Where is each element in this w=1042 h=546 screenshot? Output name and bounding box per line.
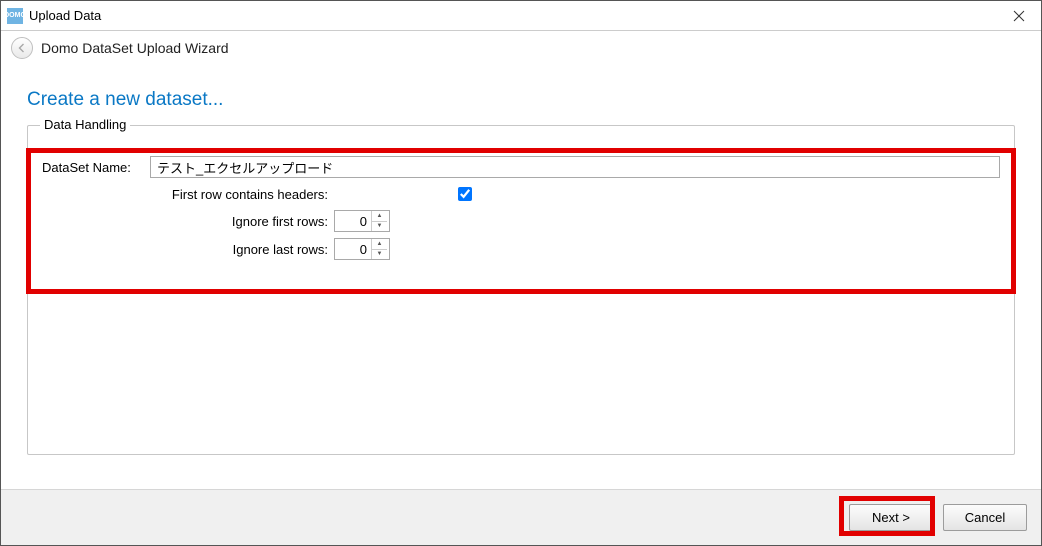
window-title: Upload Data (29, 8, 101, 23)
ignore-first-input[interactable] (335, 211, 371, 231)
close-icon (1013, 10, 1025, 22)
dataset-name-label: DataSet Name: (42, 160, 150, 175)
row-ignore-first: Ignore first rows: ▲ ▼ (42, 210, 1000, 232)
ignore-first-spinner[interactable]: ▲ ▼ (334, 210, 390, 232)
row-first-row-headers: First row contains headers: (42, 184, 1000, 204)
page-heading: Create a new dataset... (27, 89, 1015, 111)
wizard-header: Domo DataSet Upload Wizard (1, 31, 1041, 65)
first-row-headers-label: First row contains headers: (42, 187, 334, 202)
ignore-first-up[interactable]: ▲ (372, 211, 387, 222)
arrow-left-icon (17, 43, 27, 53)
row-dataset-name: DataSet Name: (42, 156, 1000, 178)
next-button[interactable]: Next > (849, 504, 933, 531)
titlebar: DOMO Upload Data (1, 1, 1041, 31)
ignore-last-down[interactable]: ▼ (372, 250, 387, 260)
ignore-last-input[interactable] (335, 239, 371, 259)
close-button[interactable] (997, 1, 1041, 31)
window-root: DOMO Upload Data Domo DataSet Upload Wiz… (0, 0, 1042, 546)
group-legend: Data Handling (40, 117, 130, 132)
row-ignore-last: Ignore last rows: ▲ ▼ (42, 238, 1000, 260)
cancel-button[interactable]: Cancel (943, 504, 1027, 531)
wizard-title: Domo DataSet Upload Wizard (41, 40, 229, 56)
data-handling-group: Data Handling DataSet Name: First row co… (27, 125, 1015, 455)
first-row-headers-checkbox[interactable] (458, 187, 472, 201)
ignore-last-label: Ignore last rows: (42, 242, 334, 257)
back-button[interactable] (11, 37, 33, 59)
ignore-last-up[interactable]: ▲ (372, 239, 387, 250)
ignore-first-down[interactable]: ▼ (372, 222, 387, 232)
ignore-first-spin-buttons: ▲ ▼ (371, 211, 387, 231)
ignore-last-spin-buttons: ▲ ▼ (371, 239, 387, 259)
body-area: Create a new dataset... Data Handling Da… (1, 65, 1041, 489)
dataset-name-input[interactable] (150, 156, 1000, 178)
ignore-first-label: Ignore first rows: (42, 214, 334, 229)
app-icon: DOMO (7, 8, 23, 24)
ignore-last-spinner[interactable]: ▲ ▼ (334, 238, 390, 260)
footer: Next > Cancel (1, 489, 1041, 545)
